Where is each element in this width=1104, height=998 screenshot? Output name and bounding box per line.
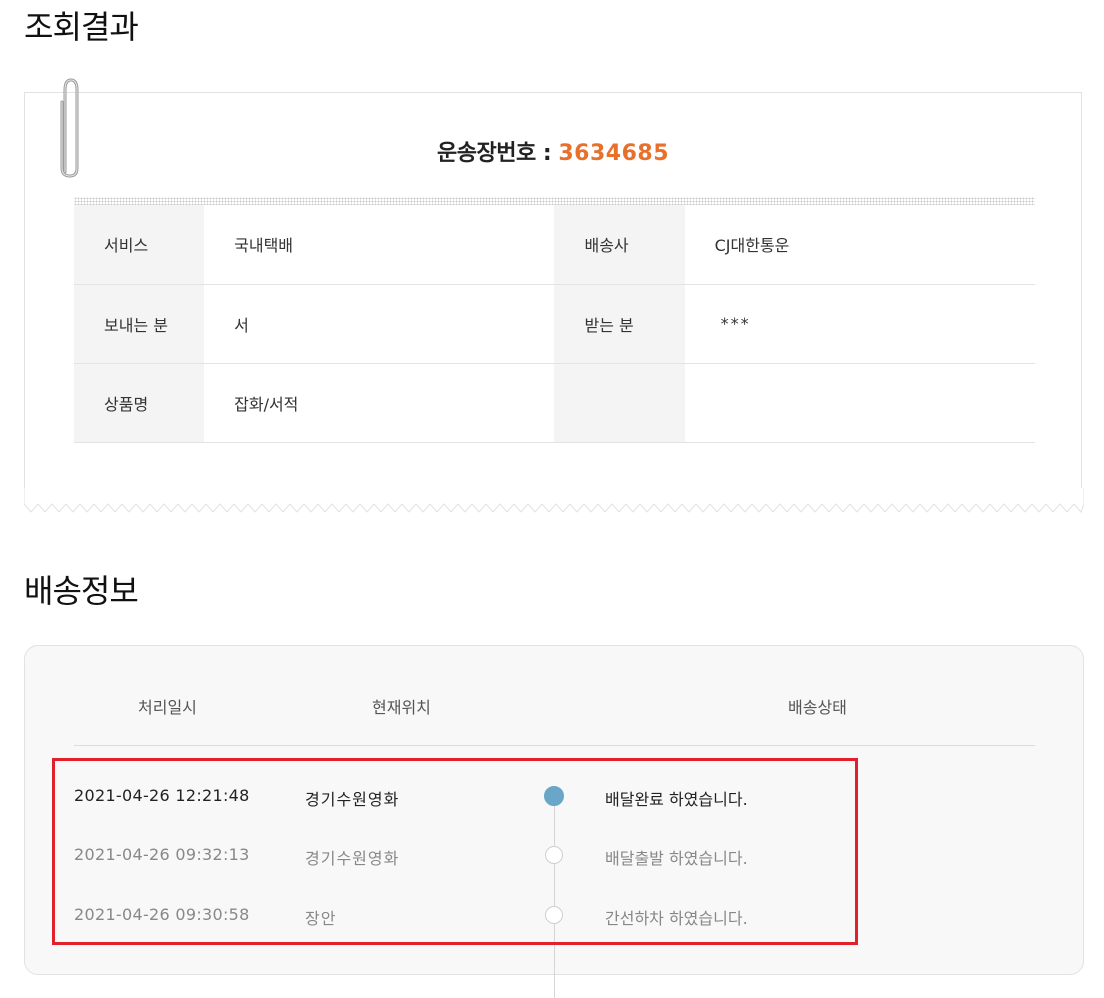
receiver-value: *** [684, 284, 1035, 364]
event-location: 장안 [305, 909, 337, 928]
receipt-torn-edge [24, 488, 1084, 513]
result-heading: 조회결과 [24, 8, 139, 46]
event-location: 경기수원영화 [305, 849, 400, 868]
paperclip-icon [60, 78, 79, 178]
event-location: 경기수원영화 [305, 790, 400, 809]
tracking-label: 운송장번호 : [437, 141, 552, 166]
receiver-label: 받는 분 [554, 284, 685, 364]
info-row: 상품명 잡화/서적 [74, 363, 1035, 443]
empty-value [684, 363, 1035, 443]
info-row: 보내는 분 서 받는 분 *** [74, 284, 1035, 364]
event-status: 배달완료 하였습니다. [605, 790, 748, 809]
timeline-row: 2021-04-26 09:32:13 경기수원영화 배달출발 하였습니다. [25, 835, 1085, 875]
carrier-label: 배송사 [554, 205, 685, 285]
timeline-dot-icon [545, 906, 563, 924]
column-status: 배송상태 [788, 698, 847, 717]
product-label: 상품명 [74, 363, 205, 443]
column-location: 현재위치 [372, 698, 431, 717]
info-row: 서비스 국내택배 배송사 CJ대한통운 [74, 205, 1035, 285]
timeline-dot-icon [545, 846, 563, 864]
service-value: 국내택배 [204, 205, 555, 285]
timeline-dot-icon [544, 786, 564, 806]
shipment-info-table: 서비스 국내택배 배송사 CJ대한통운 보내는 분 서 받는 분 *** 상품명… [74, 205, 1035, 443]
product-value: 잡화/서적 [204, 363, 555, 443]
timeline-row: 2021-04-26 12:21:48 경기수원영화 배달완료 하였습니다. [25, 776, 1085, 816]
tracking-number: 3634685 [558, 141, 669, 166]
empty-label [554, 363, 685, 443]
delivery-heading: 배송정보 [24, 572, 139, 610]
event-status: 배달출발 하였습니다. [605, 849, 748, 868]
tracking-number-line: 운송장번호 : 3634685 [25, 135, 1081, 167]
column-time: 처리일시 [138, 698, 197, 717]
carrier-value: CJ대한통운 [684, 205, 1035, 285]
header-divider [74, 745, 1035, 746]
event-time: 2021-04-26 09:30:58 [74, 905, 250, 924]
service-label: 서비스 [74, 205, 205, 285]
sender-value: 서 [204, 284, 555, 364]
result-receipt-card: 운송장번호 : 3634685 서비스 국내택배 배송사 CJ대한통운 보내는 … [24, 92, 1082, 504]
event-time: 2021-04-26 09:32:13 [74, 845, 250, 864]
timeline-row: 2021-04-26 09:30:58 장안 간선하차 하였습니다. [25, 895, 1085, 935]
dotted-divider [74, 197, 1035, 205]
sender-label: 보내는 분 [74, 284, 205, 364]
delivery-info-card: 처리일시 현재위치 배송상태 2021-04-26 12:21:48 경기수원영… [24, 645, 1085, 998]
event-time: 2021-04-26 12:21:48 [74, 786, 250, 805]
event-status: 간선하차 하였습니다. [605, 909, 748, 928]
